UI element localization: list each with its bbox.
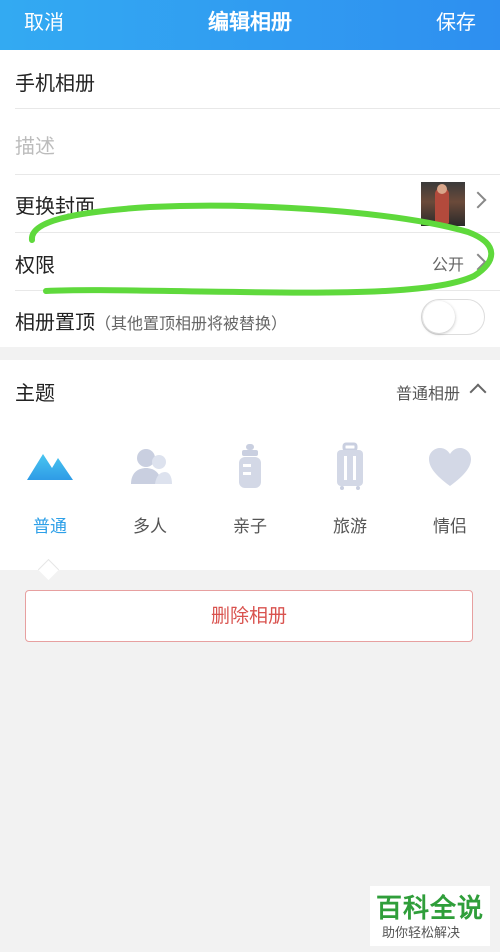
theme-option-normal[interactable]: 普通: [0, 442, 100, 542]
theme-option-couple[interactable]: 情侣: [400, 442, 500, 542]
pin-album-label: 相册置顶（其他置顶相册将被替换）: [15, 310, 288, 334]
permission-value: 公开: [431, 255, 464, 274]
top-bar: 取消 编辑相册 保存: [0, 0, 500, 50]
album-info-section: 手机相册 描述 更换封面 权限 公开 相册置顶（其他置顶相册将被替换）: [0, 50, 500, 347]
change-cover-row[interactable]: 更换封面: [0, 174, 500, 232]
chevron-right-icon: [469, 191, 487, 209]
theme-option-label: 亲子: [233, 517, 267, 537]
theme-selected-value[interactable]: 普通相册: [396, 380, 460, 404]
theme-option-label: 情侣: [433, 517, 467, 537]
chevron-right-icon: [469, 253, 487, 271]
cover-thumbnail[interactable]: [421, 182, 465, 226]
thumbnail-figure-head: [437, 184, 447, 194]
description-field[interactable]: 描述: [15, 130, 55, 159]
theme-option-travel[interactable]: 旅游: [300, 442, 400, 542]
watermark-title: 百科全说: [376, 894, 485, 924]
theme-option-group[interactable]: 多人: [100, 442, 200, 542]
theme-option-label: 多人: [133, 517, 167, 537]
people-icon: [131, 449, 172, 484]
permission-label: 权限: [15, 253, 55, 277]
theme-label: 主题: [15, 381, 55, 405]
page-title: 编辑相册: [208, 10, 292, 34]
watermark-logo: 百科全说 助你轻松解决: [370, 886, 490, 946]
permission-row[interactable]: 权限 公开: [0, 232, 500, 290]
description-row[interactable]: 描述: [0, 108, 500, 174]
watermark-subtitle: 助你轻松解决: [382, 926, 461, 941]
theme-option-label: 普通: [33, 517, 67, 537]
album-name-field[interactable]: 手机相册: [15, 67, 95, 96]
change-cover-label: 更换封面: [15, 194, 95, 218]
mountain-icon: [27, 454, 73, 480]
baby-bottle-icon: [239, 444, 261, 488]
album-name-row[interactable]: 手机相册: [0, 50, 500, 108]
pin-album-toggle[interactable]: [421, 299, 485, 335]
delete-album-button[interactable]: 删除相册: [25, 590, 473, 642]
heart-icon: [429, 448, 471, 486]
theme-option-family[interactable]: 亲子: [200, 442, 300, 542]
pin-album-row: 相册置顶（其他置顶相册将被替换）: [0, 290, 500, 347]
chevron-up-icon[interactable]: [469, 383, 487, 401]
selection-pointer: [37, 558, 60, 581]
theme-section: 主题 普通相册 普通 多人 亲子 旅游 情侣: [0, 360, 500, 581]
save-button[interactable]: 保存: [436, 6, 476, 35]
luggage-icon: [337, 442, 363, 490]
theme-option-label: 旅游: [333, 517, 367, 537]
pin-album-note: （其他置顶相册将被替换）: [95, 314, 288, 333]
toggle-knob: [423, 301, 455, 333]
